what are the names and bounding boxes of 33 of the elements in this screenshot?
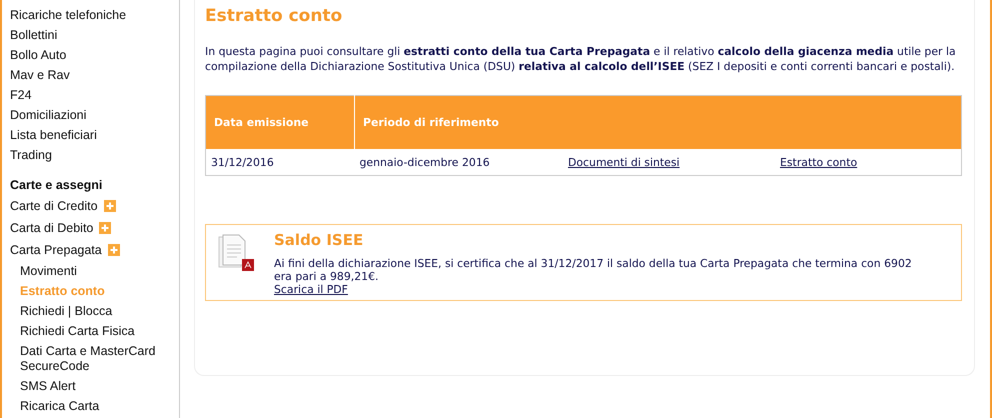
isee-text: Ai fini della dichiarazione ISEE, si certifica che al 31/12/2017 il saldo della tua Carta Prepagata che termina con 6902 era pari a 989,21€. bbox=[274, 257, 913, 283]
expand-icon[interactable] bbox=[104, 200, 116, 212]
expand-icon[interactable] bbox=[108, 244, 120, 256]
section-heading: Carte e assegni bbox=[10, 177, 102, 194]
expand-icon[interactable] bbox=[99, 222, 112, 234]
table-link[interactable]: Estratto conto bbox=[780, 156, 858, 168]
sidebar-subitem[interactable]: Richiedi | Blocca bbox=[10, 301, 160, 321]
sidebar-item[interactable]: Domiciliazioni bbox=[10, 105, 86, 125]
sidebar-item[interactable]: Carte di Credito bbox=[10, 195, 98, 217]
sidebar-item[interactable]: Carta Prepagata bbox=[10, 239, 102, 261]
sidebar-subitem[interactable]: Dati Carta e MasterCard SecureCode bbox=[10, 341, 160, 376]
table-cell: 31/12/2016 bbox=[211, 156, 274, 168]
sidebar-subitem[interactable]: SMS Alert bbox=[10, 376, 160, 396]
sidebar-item[interactable]: Bollettini bbox=[10, 25, 58, 45]
intro-paragraph: In questa pagina puoi consultare gli estratti conto della tua Carta Prepagata e il relativo calcolo della giacenza media utile per la compilazione della Dichiarazione Sostitutiva Unica (DSU) relativa al calcolo dell’ISEE (SEZ I depositi e conti correnti bancari e postali). bbox=[205, 44, 957, 74]
pdf-document-icon bbox=[216, 233, 256, 273]
column-header: Periodo di riferimento bbox=[354, 96, 563, 149]
column-header: Data emissione bbox=[206, 96, 354, 149]
sidebar-item[interactable]: F24 bbox=[10, 85, 32, 105]
table-cell: gennaio-dicembre 2016 bbox=[360, 156, 490, 168]
sidebar-item[interactable]: Lista beneficiari bbox=[10, 125, 97, 145]
sidebar-item[interactable]: Mav e Rav bbox=[10, 65, 70, 85]
sidebar-subitem[interactable]: Movimenti bbox=[10, 261, 160, 281]
sidebar-subitem[interactable]: Richiedi Carta Fisica bbox=[10, 321, 160, 341]
sidebar-subitem[interactable]: Ricarica Carta bbox=[10, 396, 160, 416]
sidebar-item[interactable]: Bollo Auto bbox=[10, 45, 66, 65]
page-title: Estratto conto bbox=[205, 5, 342, 27]
sidebar-item[interactable]: Carta di Debito bbox=[10, 217, 94, 239]
sidebar-item[interactable]: Ricariche telefoniche bbox=[10, 5, 126, 25]
download-link[interactable]: Scarica il PDF bbox=[274, 283, 348, 296]
card-title: Saldo ISEE bbox=[274, 231, 364, 249]
sidebar-item[interactable]: Trading bbox=[10, 145, 52, 165]
table-link[interactable]: Documenti di sintesi bbox=[568, 156, 680, 168]
